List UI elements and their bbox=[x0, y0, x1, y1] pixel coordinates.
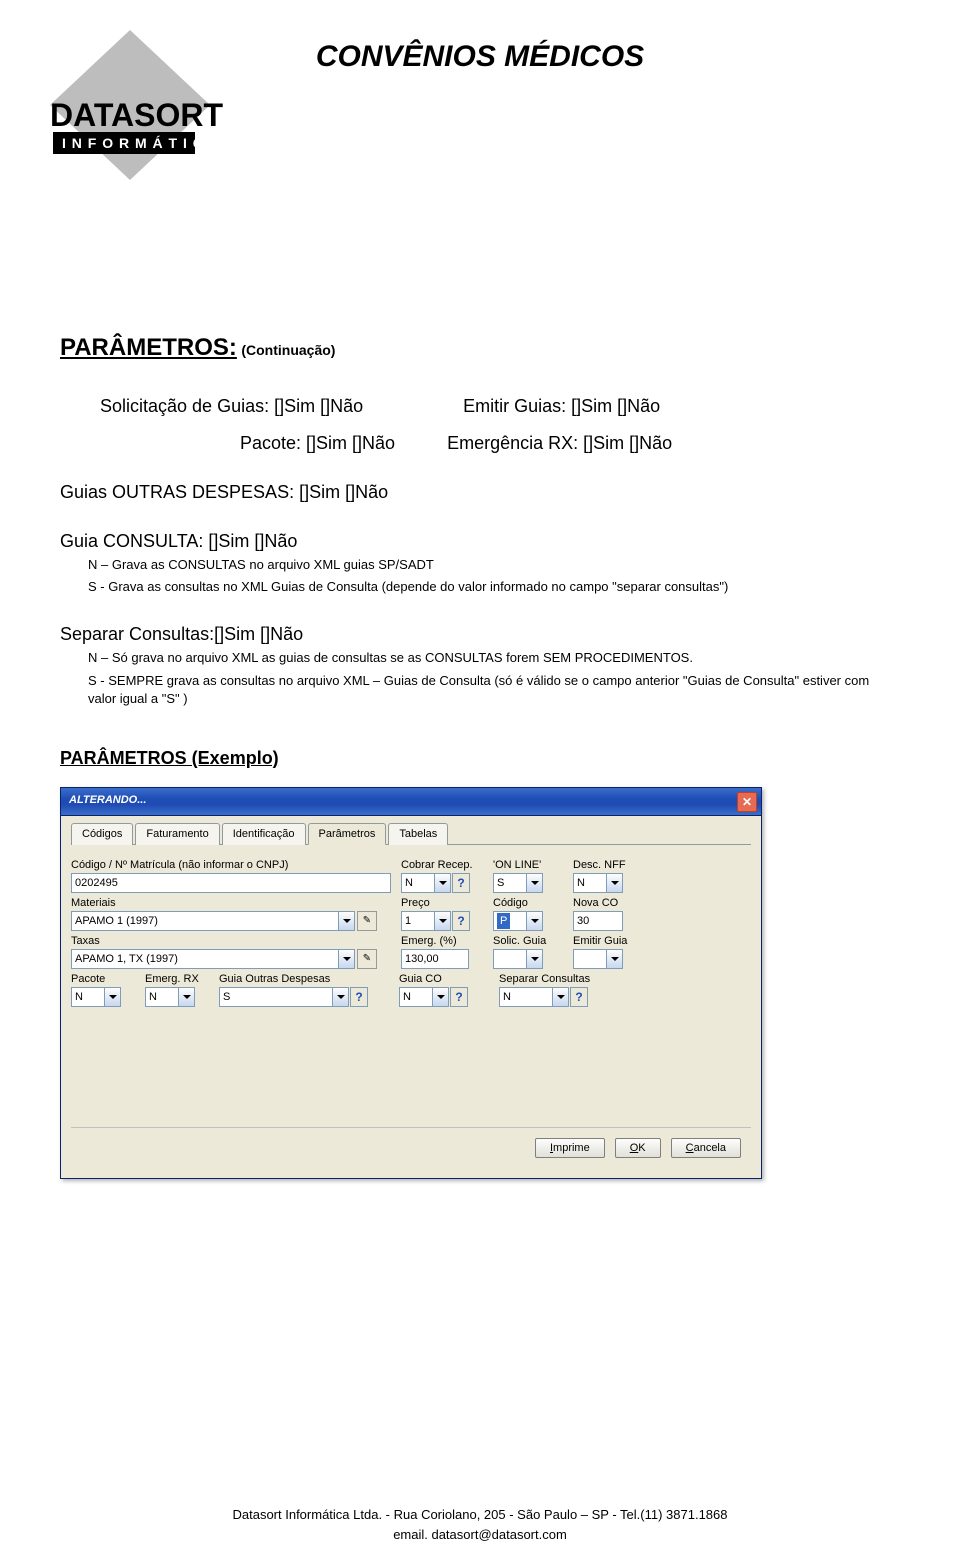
materiais-edit-button[interactable]: ✎ bbox=[357, 911, 377, 931]
emergencia-rx-option: Emergência RX: []Sim []Não bbox=[447, 433, 672, 454]
guia-consulta-label: Guia CONSULTA: []Sim []Não bbox=[60, 531, 900, 552]
dialog-tabs: Códigos Faturamento Identificação Parâme… bbox=[71, 822, 751, 845]
chevron-down-icon bbox=[434, 874, 450, 892]
solic-guia-label: Solic. Guia bbox=[493, 935, 563, 947]
tab-parametros[interactable]: Parâmetros bbox=[308, 823, 387, 845]
consulta-s-description: S - Grava as consultas no XML Guias de C… bbox=[88, 578, 900, 596]
consulta-n-description: N – Grava as CONSULTAS no arquivo XML gu… bbox=[88, 556, 900, 574]
tab-identificacao[interactable]: Identificação bbox=[222, 823, 306, 845]
footer-line-2: email. datasort@datasort.com bbox=[0, 1525, 960, 1545]
guia-outras-despesas-label: Guia Outras Despesas bbox=[219, 973, 389, 985]
codigo2-label: Código bbox=[493, 897, 563, 909]
footer-line-1: Datasort Informática Ltda. - Rua Coriola… bbox=[0, 1505, 960, 1525]
chevron-down-icon bbox=[606, 874, 622, 892]
svg-text:DATASORT: DATASORT bbox=[50, 97, 223, 133]
pencil-icon: ✎ bbox=[363, 915, 371, 926]
dialog-title-text: ALTERANDO... bbox=[69, 794, 146, 806]
solic-guia-dropdown[interactable] bbox=[493, 949, 543, 969]
solicitacao-guias-option: Solicitação de Guias: []Sim []Não bbox=[100, 396, 363, 417]
ok-button[interactable]: OK bbox=[615, 1138, 661, 1158]
pacote-option: Pacote: []Sim []Não bbox=[240, 433, 395, 454]
help-button[interactable]: ? bbox=[452, 873, 470, 893]
guias-outras-despesas-option: Guias OUTRAS DESPESAS: []Sim []Não bbox=[60, 482, 900, 503]
codigo2-dropdown[interactable]: P bbox=[493, 911, 543, 931]
svg-text:I N F O R M Á T I C A: I N F O R M Á T I C A bbox=[62, 135, 219, 151]
example-heading: PARÂMETROS (Exemplo) bbox=[60, 748, 900, 769]
chevron-down-icon bbox=[434, 912, 450, 930]
codigo-matricula-input[interactable] bbox=[71, 873, 391, 893]
imprime-button[interactable]: Imprime bbox=[535, 1138, 605, 1158]
emitir-guia-label: Emitir Guia bbox=[573, 935, 643, 947]
online-label: 'ON LINE' bbox=[493, 859, 563, 871]
chevron-down-icon bbox=[338, 912, 354, 930]
chevron-down-icon bbox=[526, 874, 542, 892]
pencil-icon: ✎ bbox=[363, 953, 371, 964]
preco-label: Preço bbox=[401, 897, 483, 909]
separar-n-description: N – Só grava no arquivo XML as guias de … bbox=[88, 649, 900, 667]
section-title: PARÂMETROS: bbox=[60, 334, 237, 361]
online-dropdown[interactable]: S bbox=[493, 873, 543, 893]
desc-nff-label: Desc. NFF bbox=[573, 859, 643, 871]
taxas-dropdown[interactable]: APAMO 1, TX (1997) bbox=[71, 949, 355, 969]
guia-outras-despesas-dropdown[interactable]: S bbox=[219, 987, 349, 1007]
tab-faturamento[interactable]: Faturamento bbox=[135, 823, 219, 845]
pacote-dropdown[interactable]: N bbox=[71, 987, 121, 1007]
chevron-down-icon bbox=[526, 950, 542, 968]
pacote-label: Pacote bbox=[71, 973, 135, 985]
chevron-down-icon bbox=[552, 988, 568, 1006]
guia-co-dropdown[interactable]: N bbox=[399, 987, 449, 1007]
parametros-dialog: ALTERANDO... ✕ Códigos Faturamento Ident… bbox=[60, 787, 762, 1179]
continuation-label: (Continuação) bbox=[241, 342, 335, 358]
codigo-matricula-label: Código / Nº Matrícula (não informar o CN… bbox=[71, 859, 391, 871]
chevron-down-icon bbox=[178, 988, 194, 1006]
chevron-down-icon bbox=[338, 950, 354, 968]
dialog-footer: Imprime OK Cancela bbox=[71, 1127, 751, 1168]
close-button[interactable]: ✕ bbox=[737, 792, 757, 812]
taxas-label: Taxas bbox=[71, 935, 391, 947]
materiais-dropdown[interactable]: APAMO 1 (1997) bbox=[71, 911, 355, 931]
close-icon: ✕ bbox=[742, 795, 752, 809]
emitir-guia-dropdown[interactable] bbox=[573, 949, 623, 969]
tab-codigos[interactable]: Códigos bbox=[71, 823, 133, 845]
chevron-down-icon bbox=[104, 988, 120, 1006]
page-footer: Datasort Informática Ltda. - Rua Coriola… bbox=[0, 1505, 960, 1544]
tab-tabelas[interactable]: Tabelas bbox=[388, 823, 448, 845]
help-button[interactable]: ? bbox=[570, 987, 588, 1007]
help-button[interactable]: ? bbox=[350, 987, 368, 1007]
emerg-rx-label: Emerg. RX bbox=[145, 973, 209, 985]
imprime-text: mprime bbox=[553, 1142, 590, 1154]
help-button[interactable]: ? bbox=[450, 987, 468, 1007]
emerg-pct-label: Emerg. (%) bbox=[401, 935, 483, 947]
materiais-label: Materiais bbox=[71, 897, 391, 909]
cobrar-recep-dropdown[interactable]: N bbox=[401, 873, 451, 893]
cobrar-recep-label: Cobrar Recep. bbox=[401, 859, 483, 871]
cancela-button[interactable]: Cancela bbox=[671, 1138, 741, 1158]
chevron-down-icon bbox=[606, 950, 622, 968]
guia-co-label: Guia CO bbox=[399, 973, 489, 985]
nova-co-input[interactable] bbox=[573, 911, 623, 931]
desc-nff-dropdown[interactable]: N bbox=[573, 873, 623, 893]
taxas-edit-button[interactable]: ✎ bbox=[357, 949, 377, 969]
emerg-pct-input[interactable] bbox=[401, 949, 469, 969]
nova-co-label: Nova CO bbox=[573, 897, 643, 909]
preco-dropdown[interactable]: 1 bbox=[401, 911, 451, 931]
chevron-down-icon bbox=[332, 988, 348, 1006]
chevron-down-icon bbox=[432, 988, 448, 1006]
dialog-titlebar: ALTERANDO... ✕ bbox=[61, 788, 761, 816]
separar-consultas-label-field: Separar Consultas bbox=[499, 973, 609, 985]
separar-consultas-label: Separar Consultas:[]Sim []Não bbox=[60, 624, 900, 645]
emerg-rx-dropdown[interactable]: N bbox=[145, 987, 195, 1007]
datasort-logo: DATASORT I N F O R M Á T I C A bbox=[50, 30, 240, 180]
separar-s-description: S - SEMPRE grava as consultas no arquivo… bbox=[88, 672, 900, 708]
help-button[interactable]: ? bbox=[452, 911, 470, 931]
emitir-guias-option: Emitir Guias: []Sim []Não bbox=[463, 396, 660, 417]
separar-consultas-dropdown[interactable]: N bbox=[499, 987, 569, 1007]
chevron-down-icon bbox=[526, 912, 542, 930]
